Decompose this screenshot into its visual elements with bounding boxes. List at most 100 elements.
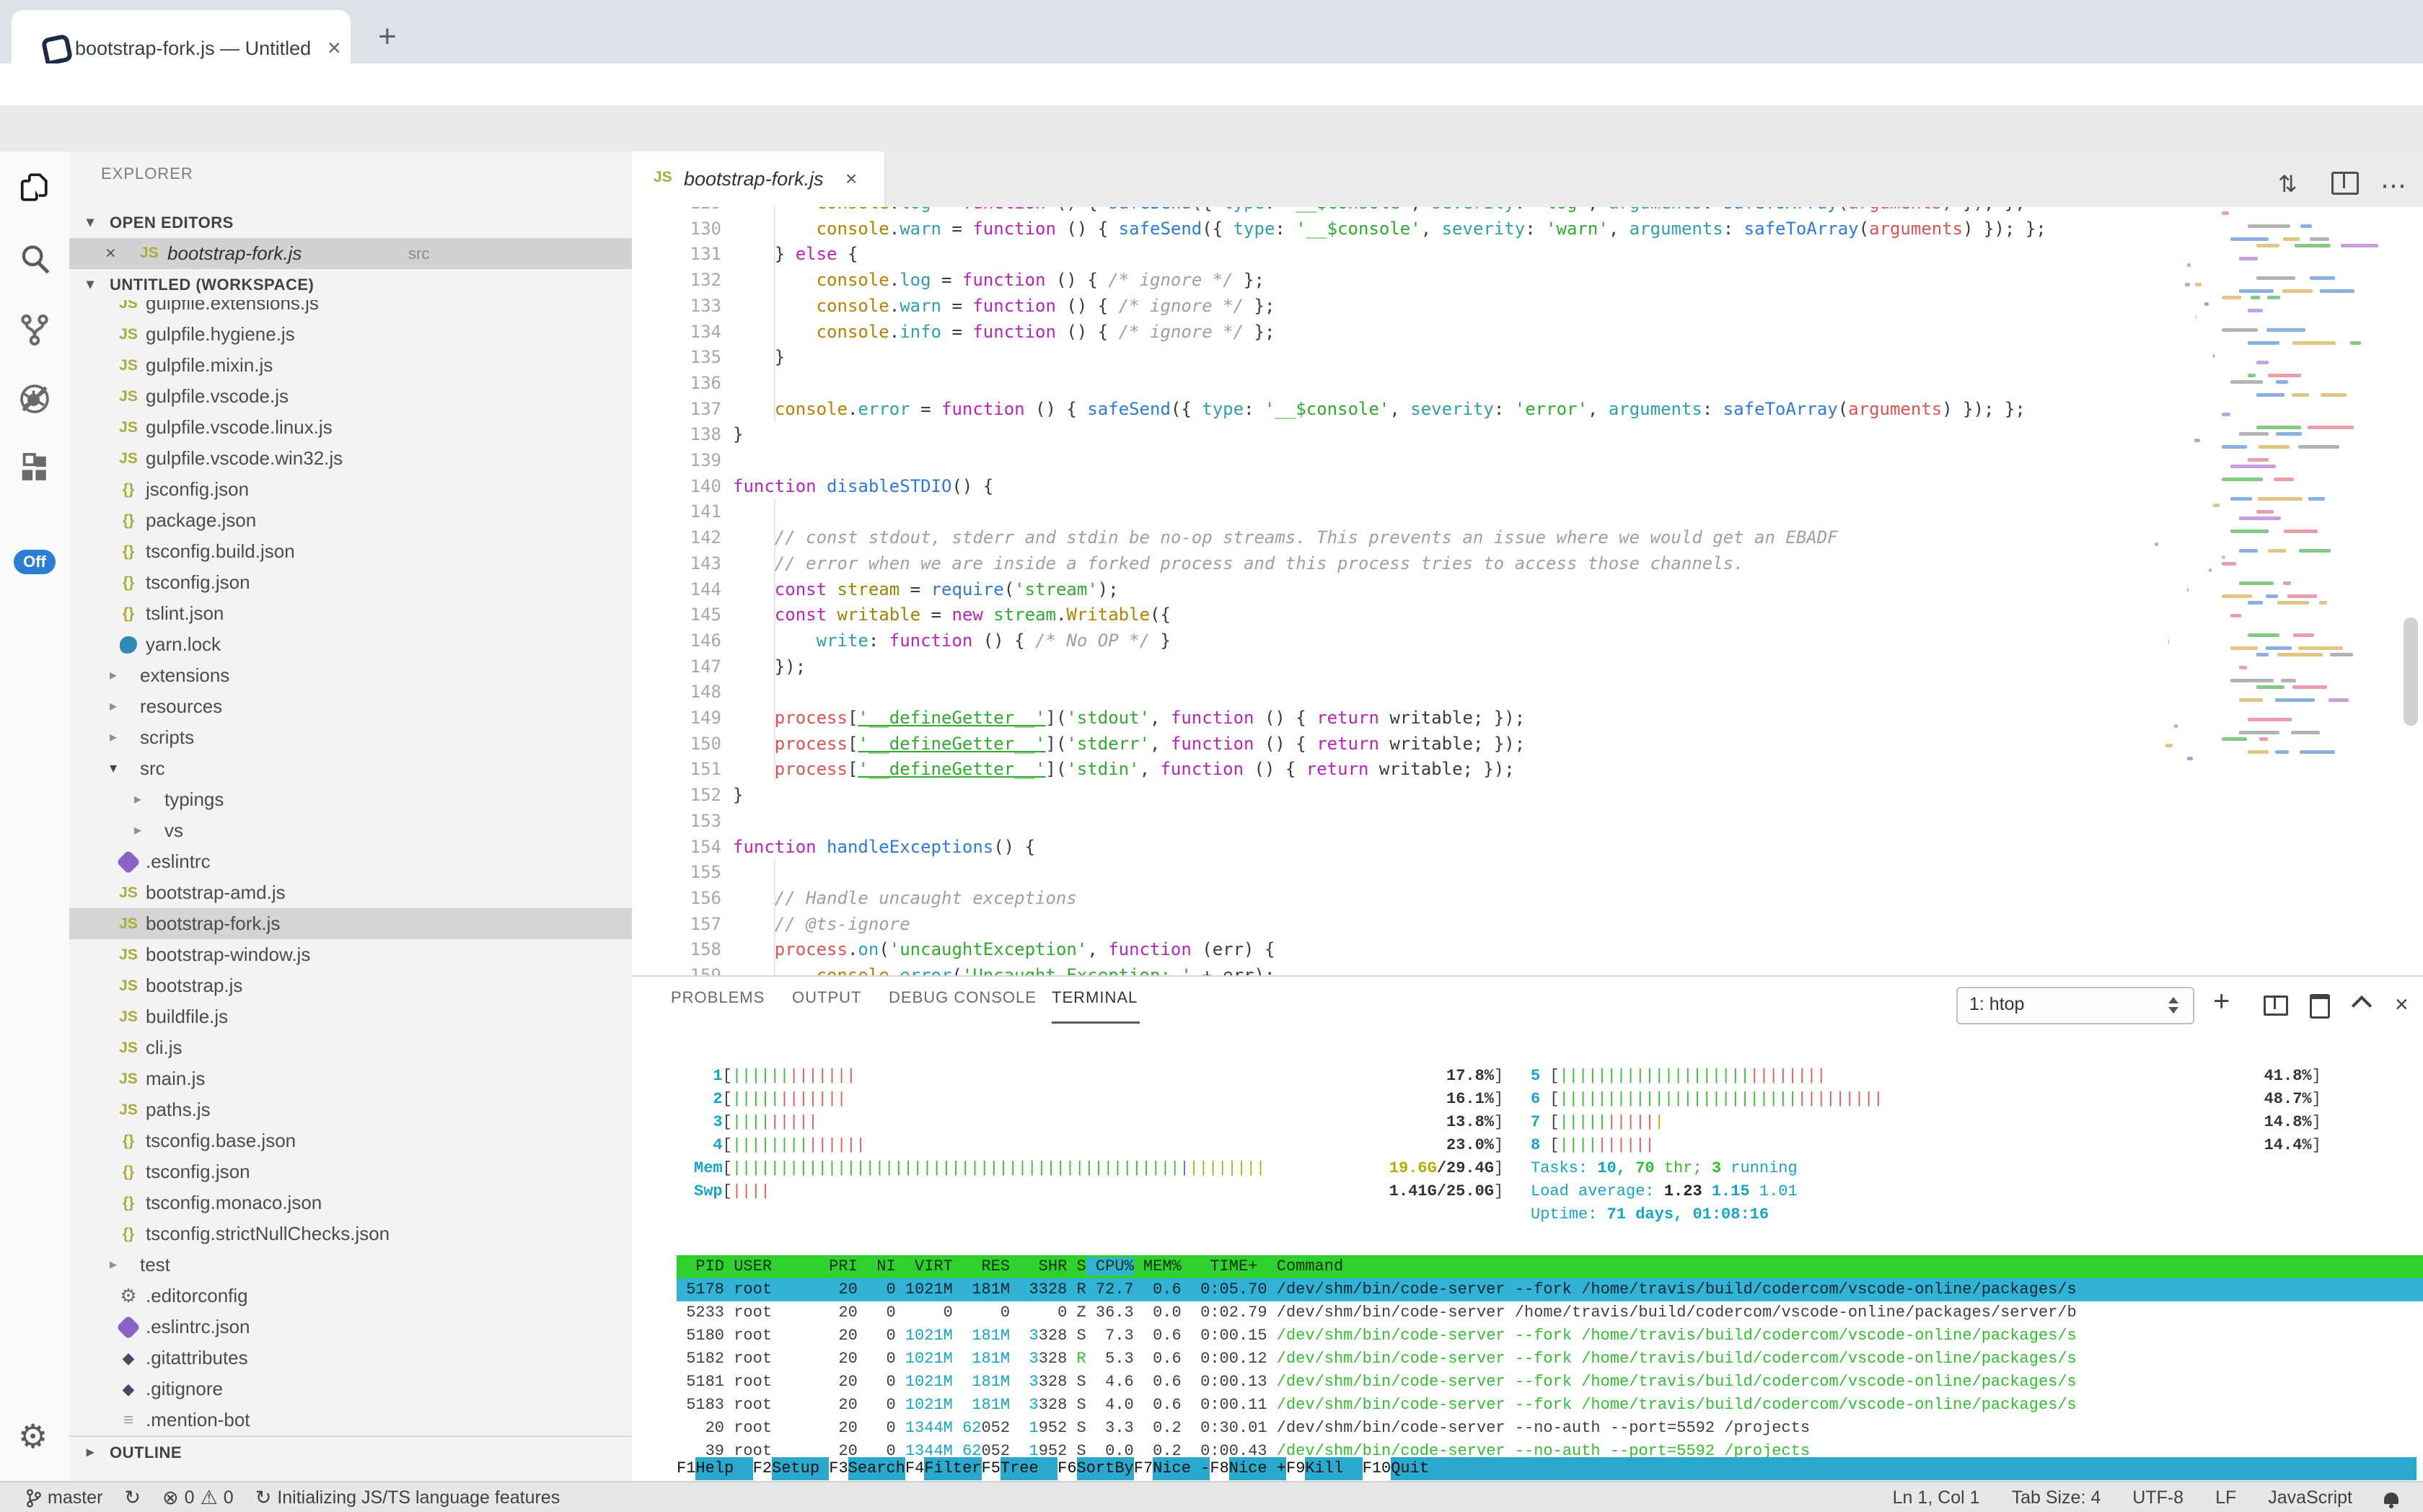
json-file-icon: {} bbox=[114, 598, 143, 630]
explorer-icon[interactable] bbox=[18, 172, 51, 205]
file-row[interactable]: ⚙.editorconfig bbox=[69, 1280, 632, 1311]
problems-item[interactable]: ⊗ 0 ⚠ 0 bbox=[162, 1487, 234, 1509]
browser-toolbar: ← → ↻ ide.coder.com ★ J ⋮ bbox=[0, 63, 2423, 107]
file-row[interactable]: ◆.gitattributes bbox=[69, 1342, 632, 1373]
file-row[interactable]: {}tsconfig.base.json bbox=[69, 1125, 632, 1156]
folder-icon: ▸ bbox=[110, 660, 117, 691]
tab-close-icon[interactable]: × bbox=[845, 167, 857, 190]
file-row[interactable]: ◆.gitignore bbox=[69, 1373, 632, 1405]
close-panel-icon[interactable]: × bbox=[2395, 991, 2409, 1018]
file-row[interactable]: JSbootstrap-window.js bbox=[69, 939, 632, 970]
minimap[interactable] bbox=[2219, 209, 2404, 786]
status-item-2[interactable]: UTF-8 bbox=[2132, 1487, 2184, 1508]
file-row[interactable]: JScli.js bbox=[69, 1032, 632, 1063]
open-editors-header[interactable]: ▾ OPEN EDITORS bbox=[69, 207, 632, 238]
search-icon[interactable] bbox=[18, 242, 51, 276]
terminal-line: 8 [|||||||||| 14.4%] bbox=[1531, 1134, 2321, 1157]
terminal-line: 5180 root 20 0 1021M 181M 3328 S 7.3 0.6… bbox=[677, 1324, 2423, 1348]
close-icon[interactable]: × bbox=[105, 238, 116, 269]
folder-icon: ▸ bbox=[110, 691, 117, 722]
code-line: 142 // const stdout, stderr and stdin be… bbox=[632, 524, 2423, 550]
js-file-icon: JS bbox=[114, 381, 143, 413]
file-row[interactable]: {}tsconfig.json bbox=[69, 567, 632, 598]
terminal-picker[interactable]: 1: htop bbox=[1956, 987, 2194, 1024]
file-row[interactable]: {}tsconfig.json bbox=[69, 1156, 632, 1187]
off-badge[interactable]: Off bbox=[14, 550, 56, 574]
git-branch-item[interactable]: master bbox=[26, 1487, 102, 1509]
js-file-icon: JS bbox=[114, 319, 143, 351]
more-actions-icon[interactable]: ⋯ bbox=[2380, 170, 2406, 201]
maximize-panel-icon[interactable] bbox=[2352, 995, 2372, 1016]
new-tab-button[interactable]: + bbox=[378, 19, 397, 55]
panel-tab-terminal[interactable]: TERMINAL bbox=[1052, 988, 1138, 1007]
code-line: 144 const stream = require('stream'); bbox=[632, 576, 2423, 602]
bell-icon[interactable] bbox=[2384, 1493, 2398, 1504]
file-tree[interactable]: JSgulpfile.extensions.jsJSgulpfile.hygie… bbox=[69, 288, 632, 1436]
js-file-icon: JS bbox=[114, 443, 143, 475]
file-row[interactable]: {}tsconfig.strictNullChecks.json bbox=[69, 1218, 632, 1249]
warning-icon: ⚠ bbox=[201, 1487, 218, 1509]
file-row[interactable]: ≡.mention-bot bbox=[69, 1405, 632, 1436]
code-editor[interactable]: 129 console.log = function () { safeSend… bbox=[632, 207, 2423, 975]
file-row[interactable]: yarn.lock bbox=[69, 629, 632, 660]
kill-terminal-icon[interactable] bbox=[2310, 994, 2330, 1019]
file-row[interactable]: ▸vs bbox=[69, 815, 632, 846]
file-row[interactable]: {}tslint.json bbox=[69, 598, 632, 629]
open-editor-item[interactable]: × JS bootstrap-fork.js src bbox=[69, 238, 632, 269]
file-row[interactable]: {}package.json bbox=[69, 505, 632, 536]
file-row[interactable]: JSbootstrap-fork.js bbox=[69, 908, 632, 939]
status-item-0[interactable]: Ln 1, Col 1 bbox=[1893, 1487, 1980, 1508]
file-row[interactable]: JSmain.js bbox=[69, 1063, 632, 1094]
terminal-line: 7 [||||||||||| 14.8%] bbox=[1531, 1111, 2321, 1134]
settings-gear-icon[interactable]: ⚙ bbox=[18, 1420, 48, 1453]
split-terminal-icon[interactable] bbox=[2264, 995, 2288, 1016]
status-item-1[interactable]: Tab Size: 4 bbox=[2012, 1487, 2101, 1508]
sync-icon[interactable]: ↻ bbox=[124, 1487, 141, 1509]
file-row[interactable]: JSpaths.js bbox=[69, 1094, 632, 1125]
file-row[interactable]: JSgulpfile.vscode.linux.js bbox=[69, 412, 632, 443]
panel-tab-output[interactable]: OUTPUT bbox=[792, 988, 861, 1007]
file-row[interactable]: ▸test bbox=[69, 1249, 632, 1280]
status-item-3[interactable]: LF bbox=[2215, 1487, 2236, 1508]
workspace-header[interactable]: ▾ UNTITLED (WORKSPACE) bbox=[69, 269, 632, 300]
active-tab-underline bbox=[1052, 1021, 1140, 1024]
file-row[interactable]: ▸resources bbox=[69, 691, 632, 722]
terminal-line: 3[||||||||| 13.8%] bbox=[694, 1111, 1503, 1134]
file-row[interactable]: JSbuildfile.js bbox=[69, 1001, 632, 1032]
file-row[interactable]: JSbootstrap-amd.js bbox=[69, 877, 632, 908]
new-terminal-icon[interactable]: + bbox=[2213, 985, 2230, 1018]
file-row[interactable]: JSbootstrap.js bbox=[69, 970, 632, 1001]
file-row[interactable]: ▸scripts bbox=[69, 722, 632, 753]
status-item-4[interactable]: JavaScript bbox=[2268, 1487, 2352, 1508]
file-row[interactable]: ▾src bbox=[69, 753, 632, 784]
panel-tab-debug-console[interactable]: DEBUG CONSOLE bbox=[889, 988, 1037, 1007]
file-row[interactable]: ▸typings bbox=[69, 784, 632, 815]
file-row[interactable]: JSgulpfile.hygiene.js bbox=[69, 319, 632, 350]
file-row[interactable]: JSgulpfile.vscode.js bbox=[69, 381, 632, 412]
file-row[interactable]: ▸extensions bbox=[69, 660, 632, 691]
editor-scrollbar[interactable] bbox=[2404, 617, 2418, 726]
file-row[interactable]: {}tsconfig.monaco.json bbox=[69, 1187, 632, 1218]
sync-editors-icon[interactable]: ⇅ bbox=[2278, 170, 2297, 198]
terminal-line: 1[||||||||||||| 17.8%] bbox=[694, 1065, 1503, 1088]
file-row[interactable]: JSgulpfile.vscode.win32.js bbox=[69, 443, 632, 474]
outline-header[interactable]: ▸ OUTLINE bbox=[69, 1436, 632, 1468]
file-row[interactable]: .eslintrc.json bbox=[69, 1311, 632, 1342]
panel-tab-problems[interactable]: PROBLEMS bbox=[671, 988, 765, 1007]
split-editor-icon[interactable] bbox=[2331, 172, 2359, 195]
source-control-icon[interactable] bbox=[18, 312, 51, 346]
file-row[interactable]: .eslintrc bbox=[69, 846, 632, 877]
terminal-line: Swp[|||| 1.41G/25.0G] bbox=[694, 1180, 1503, 1203]
debug-disabled-icon[interactable] bbox=[18, 382, 51, 416]
file-row[interactable]: {}tsconfig.build.json bbox=[69, 536, 632, 567]
tab-close-icon[interactable]: × bbox=[327, 35, 341, 61]
file-row[interactable]: {}jsconfig.json bbox=[69, 474, 632, 505]
editor-tab[interactable]: JS bootstrap-fork.js × bbox=[632, 151, 886, 207]
terminal-line: 20 root 20 0 1344M 62052 1952 S 3.3 0.2 … bbox=[677, 1417, 2423, 1440]
yarn-file-icon bbox=[114, 629, 143, 660]
file-row[interactable]: JSgulpfile.mixin.js bbox=[69, 350, 632, 381]
language-status-item[interactable]: ↻ Initializing JS/TS language features bbox=[255, 1487, 560, 1509]
code-line: 143 // error when we are inside a forked… bbox=[632, 550, 2423, 576]
extensions-icon[interactable] bbox=[18, 452, 51, 485]
browser-tab[interactable]: bootstrap-fork.js — Untitled (W × bbox=[12, 10, 351, 63]
